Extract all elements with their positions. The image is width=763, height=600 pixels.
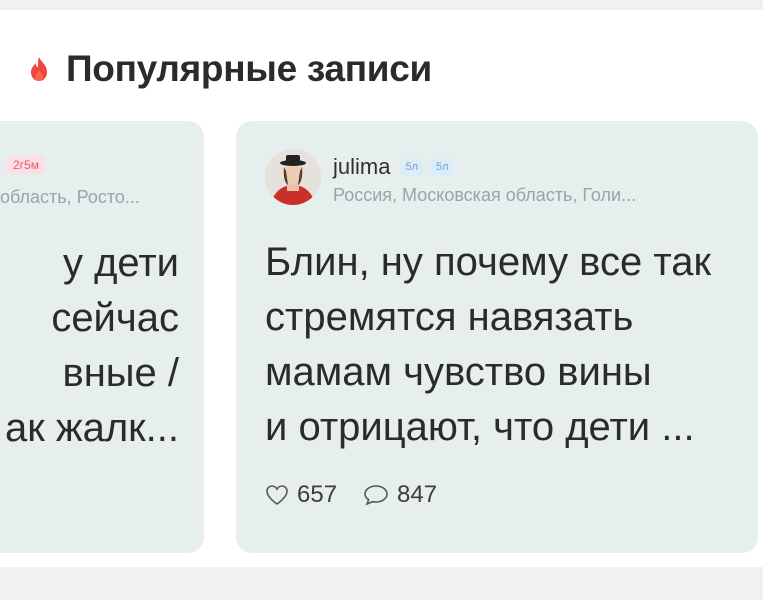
post-text-line: Блин, ну почему все так <box>265 240 711 284</box>
flame-icon <box>28 56 50 82</box>
comment-icon <box>364 485 388 506</box>
comments-button[interactable]: 847 <box>363 481 437 509</box>
post-text: у дети сейчас вные / ак жалк... <box>0 236 179 456</box>
post-text-line: у дети <box>62 241 179 285</box>
tenure-badge: 5л <box>400 158 424 176</box>
post-text-line: и отрицают, что дети ... <box>265 405 695 449</box>
username-text[interactable]: julima <box>333 154 390 180</box>
post-text-line: ак жалк... <box>4 406 179 450</box>
post-location: Россия, Московская область, Голи... <box>333 185 637 205</box>
post-text-line: сейчас <box>51 296 179 340</box>
post-text[interactable]: Блин, ну почему все так стремятся навяза… <box>265 235 745 455</box>
tenure-badge: 5л <box>431 158 454 176</box>
post-location: область, Росто... <box>0 187 140 207</box>
username[interactable]: julima 5л 5л <box>333 154 454 180</box>
heart-icon <box>266 485 288 505</box>
likes-count: 657 <box>297 481 338 508</box>
popular-posts-panel: Популярные записи 2г5м область, Росто...… <box>0 10 763 567</box>
avatar[interactable] <box>265 149 321 205</box>
comments-count: 847 <box>397 481 438 508</box>
post-card[interactable]: 2г5м область, Росто... у дети сейчас вны… <box>0 121 204 553</box>
age-badge: 2г5м <box>7 156 45 174</box>
section-header: Популярные записи <box>28 48 432 90</box>
like-button[interactable]: 657 <box>265 481 337 509</box>
post-card[interactable]: julima 5л 5л Россия, Московская область,… <box>236 121 758 553</box>
post-stats: 657 847 <box>265 481 463 509</box>
post-text-line: мамам чувство вины <box>265 350 652 394</box>
post-text-line: вные / <box>62 351 179 395</box>
section-title: Популярные записи <box>66 48 432 89</box>
post-text-line: стремятся навязать <box>265 295 634 339</box>
